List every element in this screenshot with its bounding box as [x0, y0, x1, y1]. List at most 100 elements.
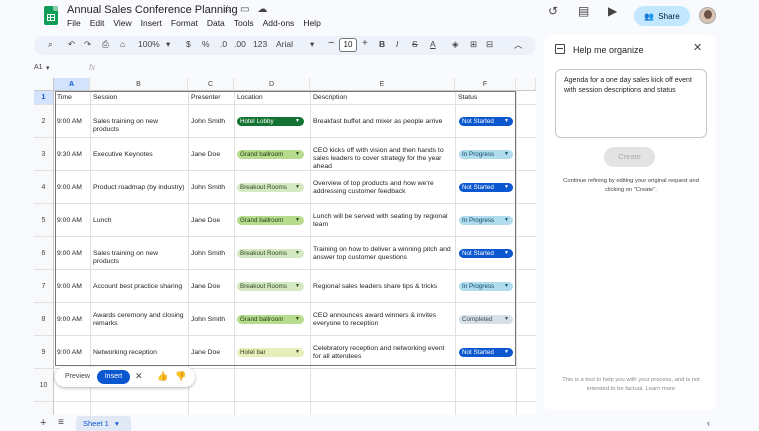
status-chip[interactable]: Completed ▼	[459, 314, 513, 324]
cell-session[interactable]: Sales training on new products	[93, 118, 185, 134]
status-chip[interactable]: Not Started ▼	[459, 182, 513, 192]
location-chip[interactable]: Breakout Rooms ▼	[237, 248, 304, 258]
thumbs-down-icon[interactable]: 👎	[175, 371, 186, 382]
cell-presenter[interactable]: Jane Doe	[191, 151, 231, 159]
insert-button[interactable]: Insert	[97, 370, 130, 384]
cell-time[interactable]: 9:00 AM	[57, 217, 87, 225]
row-header[interactable]: 6	[34, 237, 54, 270]
italic-icon[interactable]: I	[396, 39, 398, 49]
menu-item-view[interactable]: View	[113, 18, 131, 28]
menu-item-insert[interactable]: Insert	[141, 18, 162, 28]
status-chip[interactable]: In Progress ▼	[459, 281, 513, 291]
row-header[interactable]: 7	[34, 270, 54, 303]
location-chip[interactable]: Grand ballroom ▼	[237, 149, 304, 159]
share-button[interactable]: 👥 Share	[634, 6, 690, 26]
row-header[interactable]: 8	[34, 303, 54, 336]
cell-session[interactable]: Executive Keynotes	[93, 151, 185, 159]
cell-session[interactable]: Account best practice sharing	[93, 283, 185, 291]
row-header[interactable]: 3	[34, 138, 54, 171]
select-all-corner[interactable]	[34, 78, 54, 91]
location-chip[interactable]: Hotel Lobby ▼	[237, 116, 304, 126]
increase-font-size-icon[interactable]: +	[362, 38, 368, 49]
star-icon[interactable]: ☆	[223, 4, 232, 15]
cell-time[interactable]: 9:30 AM	[57, 151, 87, 159]
all-sheets-icon[interactable]: ≡	[58, 417, 64, 428]
currency-icon[interactable]: $	[186, 39, 191, 49]
add-sheet-icon[interactable]: +	[40, 417, 46, 429]
column-header-e[interactable]: E	[310, 78, 455, 91]
table-header-status[interactable]: Status	[458, 94, 513, 102]
status-chip[interactable]: Not Started ▼	[459, 116, 513, 126]
decrease-decimal-button[interactable]: .0	[220, 39, 227, 49]
location-chip[interactable]: Grand ballroom ▼	[237, 314, 304, 324]
side-panel-toggle-icon[interactable]: ‹	[707, 418, 710, 428]
cell-session[interactable]: Sales training on new products	[93, 250, 185, 266]
prompt-input[interactable]: Agenda for a one day sales kick off even…	[555, 69, 707, 138]
column-header-d[interactable]: D	[234, 78, 310, 91]
cell-description[interactable]: Training on how to deliver a winning pit…	[313, 246, 452, 262]
spreadsheet-grid[interactable]: ABCDEF 1234567891011 Time Session Presenter L…	[34, 78, 536, 415]
cell-time[interactable]: 9:00 AM	[57, 283, 87, 291]
comments-icon[interactable]: ▤	[578, 4, 589, 18]
redo-icon[interactable]: ↷	[84, 39, 91, 50]
row-header[interactable]: 1	[34, 91, 54, 105]
cell-time[interactable]: 9:00 AM	[57, 316, 87, 324]
cell-description[interactable]: Lunch will be served with seating by reg…	[313, 213, 452, 229]
column-header-g[interactable]	[516, 78, 536, 91]
name-box[interactable]: A1	[34, 64, 43, 71]
bold-icon[interactable]: B	[379, 39, 385, 49]
fill-color-icon[interactable]: ◈	[452, 39, 459, 50]
cell-time[interactable]: 9:00 AM	[57, 349, 87, 357]
cloud-status-icon[interactable]: ☁	[257, 4, 267, 15]
cell-description[interactable]: Celebratory reception and networking eve…	[313, 345, 452, 361]
table-header-description[interactable]: Description	[313, 94, 452, 102]
meet-icon[interactable]: ▶	[608, 4, 617, 18]
avatar[interactable]	[699, 7, 716, 24]
cell-time[interactable]: 9:00 AM	[57, 184, 87, 192]
status-chip[interactable]: Not Started ▼	[459, 347, 513, 357]
row-header[interactable]: 5	[34, 204, 54, 237]
cell-description[interactable]: Overview of top products and how we're a…	[313, 180, 452, 196]
collapse-toolbar-icon[interactable]: ︿	[514, 39, 523, 51]
menu-item-file[interactable]: File	[67, 18, 81, 28]
menu-item-help[interactable]: Help	[303, 18, 320, 28]
menu-item-addons[interactable]: Add-ons	[263, 18, 295, 28]
close-icon[interactable]: ✕	[693, 41, 702, 54]
location-chip[interactable]: Hotel bar ▼	[237, 347, 304, 357]
menu-item-edit[interactable]: Edit	[90, 18, 105, 28]
table-header-session[interactable]: Session	[93, 94, 185, 102]
row-header[interactable]: 10	[34, 369, 54, 402]
font-select[interactable]: Arial	[276, 39, 293, 49]
strikethrough-icon[interactable]: S	[412, 39, 418, 49]
location-chip[interactable]: Grand ballroom ▼	[237, 215, 304, 225]
paint-format-icon[interactable]: ⌂	[120, 39, 125, 49]
thumbs-up-icon[interactable]: 👍	[157, 371, 168, 382]
location-chip[interactable]: Breakout Rooms ▼	[237, 182, 304, 192]
cell-description[interactable]: Regional sales leaders share tips & tric…	[313, 283, 452, 291]
borders-icon[interactable]: ⊞	[470, 39, 477, 50]
status-chip[interactable]: Not Started ▼	[459, 248, 513, 258]
percent-button[interactable]: %	[202, 39, 210, 49]
location-chip[interactable]: Breakout Rooms ▼	[237, 281, 304, 291]
row-header[interactable]: 2	[34, 105, 54, 138]
column-header-a[interactable]: A	[54, 78, 90, 91]
cell-presenter[interactable]: John Smith	[191, 118, 231, 126]
create-button[interactable]: Create	[604, 147, 655, 167]
cell-time[interactable]: 9:00 AM	[57, 250, 87, 258]
cell-description[interactable]: Breakfast buffet and mixer as people arr…	[313, 118, 452, 126]
zoom-select[interactable]: 100%	[138, 39, 160, 49]
cell-description[interactable]: CEO announces award winners & invites ev…	[313, 312, 452, 328]
table-header-time[interactable]: Time	[57, 94, 87, 102]
document-title[interactable]: Annual Sales Conference Planning	[67, 4, 238, 16]
history-icon[interactable]: ↺	[548, 4, 558, 18]
font-size-input[interactable]: 10	[339, 38, 357, 52]
close-icon[interactable]: ✕	[135, 371, 143, 382]
decrease-font-size-icon[interactable]: −	[328, 37, 334, 49]
cell-session[interactable]: Awards ceremony and closing remarks	[93, 312, 185, 328]
cell-session[interactable]: Lunch	[93, 217, 185, 225]
cell-presenter[interactable]: Jane Doe	[191, 349, 231, 357]
column-header-b[interactable]: B	[90, 78, 188, 91]
column-header-f[interactable]: F	[455, 78, 516, 91]
status-chip[interactable]: In Progress ▼	[459, 215, 513, 225]
cell-session[interactable]: Networking reception	[93, 349, 185, 357]
